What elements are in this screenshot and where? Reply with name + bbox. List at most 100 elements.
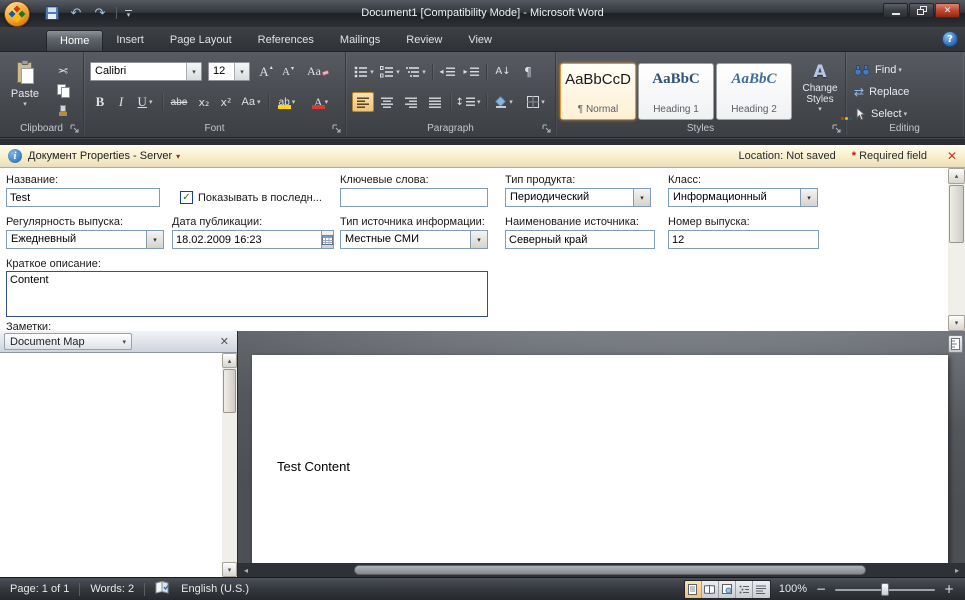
office-button[interactable] xyxy=(4,1,30,27)
increase-indent-button[interactable]: ▸ xyxy=(460,62,482,81)
strikethrough-button[interactable]: abe xyxy=(166,92,192,112)
keywords-input[interactable] xyxy=(340,188,488,207)
chevron-down-icon[interactable]: ▾ xyxy=(633,189,650,206)
page-count[interactable]: Page: 1 of 1 xyxy=(10,583,69,595)
chevron-down-icon[interactable]: ▾ xyxy=(470,231,487,248)
zoom-in-button[interactable]: + xyxy=(943,582,955,596)
bullets-button[interactable]: ▾ xyxy=(352,62,376,81)
zoom-slider[interactable] xyxy=(835,582,935,597)
decrease-indent-button[interactable]: ◂ xyxy=(436,62,458,81)
font-name-combo[interactable]: Calibri ▾ xyxy=(90,62,202,81)
format-painter-button[interactable] xyxy=(50,102,76,120)
quick-style-heading1[interactable]: AaBbC Heading 1 xyxy=(638,63,714,120)
chevron-down-icon[interactable]: ▾ xyxy=(186,63,201,80)
tab-home[interactable]: Home xyxy=(46,30,103,51)
numbering-button[interactable]: ▾ xyxy=(378,62,402,81)
line-spacing-button[interactable]: ↕ ▾ xyxy=(454,92,482,112)
zoom-slider-thumb[interactable] xyxy=(881,583,889,596)
scroll-up-button[interactable]: ▴ xyxy=(948,168,965,184)
close-map-icon[interactable]: ✕ xyxy=(216,335,233,348)
close-button[interactable]: ✕ xyxy=(935,3,960,18)
document-map-body[interactable] xyxy=(0,353,222,577)
document-map-selector[interactable]: Document Map ▾ xyxy=(4,333,132,350)
multilevel-list-button[interactable]: ▾ xyxy=(404,62,428,81)
styles-dialog-launcher[interactable] xyxy=(832,124,842,134)
scroll-up-button[interactable]: ▴ xyxy=(222,353,237,368)
clear-formatting-button[interactable]: Aa xyxy=(306,62,330,81)
scrollbar-thumb[interactable] xyxy=(223,369,236,413)
source-type-select[interactable]: Местные СМИ ▾ xyxy=(340,230,488,249)
tab-page-layout[interactable]: Page Layout xyxy=(157,30,245,51)
properties-title-menu[interactable]: Документ Properties - Server xyxy=(28,150,172,162)
issue-number-input[interactable] xyxy=(668,230,819,249)
align-left-button[interactable] xyxy=(352,92,374,112)
class-select[interactable]: Информационный ▾ xyxy=(668,188,818,207)
horizontal-scrollbar[interactable]: ◂ ▸ xyxy=(238,563,965,577)
zoom-out-button[interactable]: − xyxy=(815,582,827,596)
language-status[interactable]: English (U.S.) xyxy=(181,583,249,595)
help-button[interactable]: ? xyxy=(942,31,958,47)
tab-review[interactable]: Review xyxy=(393,30,455,51)
description-textarea[interactable]: Content xyxy=(6,271,488,317)
borders-button[interactable]: ▾ xyxy=(522,92,550,112)
cut-button[interactable]: ✂ xyxy=(50,62,76,80)
redo-icon[interactable]: ↷ xyxy=(92,5,108,21)
font-dialog-launcher[interactable] xyxy=(332,124,342,134)
paragraph-dialog-launcher[interactable] xyxy=(542,124,552,134)
text-highlight-button[interactable]: ab ▾ xyxy=(272,92,302,112)
justify-button[interactable] xyxy=(424,92,446,112)
outline-view-button[interactable] xyxy=(736,581,753,598)
web-layout-view-button[interactable] xyxy=(719,581,736,598)
grow-font-button[interactable]: A▴ xyxy=(256,62,276,81)
shading-button[interactable]: ▾ xyxy=(490,92,518,112)
zoom-level[interactable]: 100% xyxy=(779,583,807,595)
copy-button[interactable] xyxy=(50,82,76,100)
tab-mailings[interactable]: Mailings xyxy=(327,30,393,51)
fullscreen-reading-view-button[interactable] xyxy=(702,581,719,598)
minimize-button[interactable] xyxy=(883,3,908,18)
tab-insert[interactable]: Insert xyxy=(103,30,157,51)
paste-button[interactable]: Paste ▾ xyxy=(4,59,46,122)
save-icon[interactable] xyxy=(44,5,60,21)
document-text[interactable]: Test Content xyxy=(277,459,350,474)
select-button[interactable]: Select ▾ xyxy=(854,105,907,123)
change-styles-button[interactable]: A Change Styles ▾ xyxy=(796,62,844,122)
bold-button[interactable]: B xyxy=(90,92,110,112)
scrollbar-thumb[interactable] xyxy=(354,565,866,575)
close-properties-icon[interactable]: ✕ xyxy=(947,149,957,163)
align-right-button[interactable] xyxy=(400,92,422,112)
chevron-down-icon[interactable]: ▾ xyxy=(146,231,163,248)
superscript-button[interactable]: x² xyxy=(216,92,236,112)
publish-date-input[interactable] xyxy=(172,230,321,249)
properties-scrollbar[interactable]: ▴ ▾ xyxy=(948,168,965,331)
show-recent-checkbox[interactable]: ✓ xyxy=(180,191,193,204)
scroll-left-icon[interactable]: ◂ xyxy=(238,566,254,575)
calendar-button[interactable] xyxy=(321,230,334,249)
find-button[interactable]: Find ▾ xyxy=(854,61,902,79)
source-name-input[interactable] xyxy=(505,230,655,249)
scroll-down-button[interactable]: ▾ xyxy=(222,562,237,577)
sort-button[interactable]: A↓ xyxy=(490,62,516,81)
quick-style-normal[interactable]: AaBbCcD ¶ Normal xyxy=(560,63,636,120)
print-layout-view-button[interactable] xyxy=(685,581,702,598)
clipboard-dialog-launcher[interactable] xyxy=(70,124,80,134)
word-count[interactable]: Words: 2 xyxy=(90,583,134,595)
chevron-down-icon[interactable]: ▾ xyxy=(176,152,180,161)
underline-button[interactable]: U ▾ xyxy=(132,92,158,112)
font-size-combo[interactable]: 12 ▾ xyxy=(208,62,250,81)
show-paragraph-marks-button[interactable]: ¶ xyxy=(518,62,538,81)
undo-icon[interactable]: ↶ xyxy=(68,5,84,21)
customize-qat-icon[interactable]: ▾ xyxy=(125,10,132,17)
scroll-down-button[interactable]: ▾ xyxy=(948,315,965,331)
chevron-down-icon[interactable]: ▾ xyxy=(234,63,249,80)
document-map-scrollbar[interactable]: ▴ ▾ xyxy=(222,353,237,577)
italic-button[interactable]: I xyxy=(112,92,130,112)
subscript-button[interactable]: x₂ xyxy=(194,92,214,112)
horizontal-scroll-track[interactable] xyxy=(254,563,949,577)
restore-button[interactable] xyxy=(909,3,934,18)
draft-view-button[interactable] xyxy=(753,581,770,598)
replace-button[interactable]: ⇄ Replace xyxy=(854,83,909,101)
regularity-select[interactable]: Ежедневный ▾ xyxy=(6,230,164,249)
shrink-font-button[interactable]: A▾ xyxy=(278,62,298,81)
quick-style-heading2[interactable]: AaBbC Heading 2 xyxy=(716,63,792,120)
